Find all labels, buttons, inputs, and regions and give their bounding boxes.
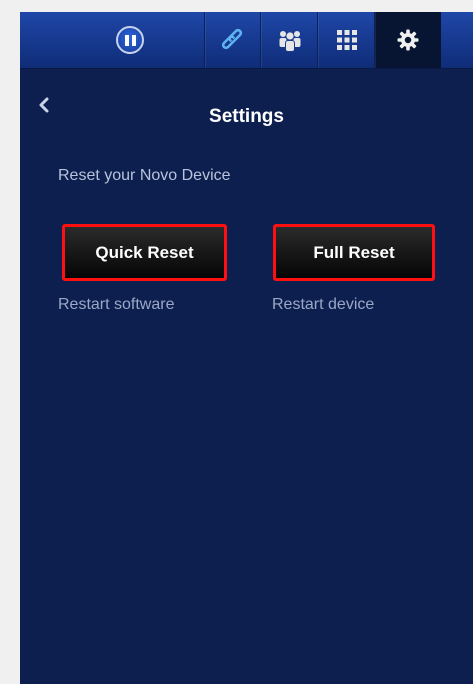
link-icon — [221, 28, 243, 50]
tab-users[interactable] — [260, 12, 318, 68]
tab-apps[interactable] — [317, 12, 375, 68]
pause-icon — [116, 26, 144, 54]
quick-reset-description: Restart software — [58, 296, 175, 313]
tab-play-pause[interactable] — [56, 12, 204, 68]
grid-icon — [336, 30, 357, 50]
users-icon — [279, 31, 300, 52]
full-reset-button[interactable]: Full Reset — [273, 224, 435, 281]
app-window: Settings Reset your Novo Device Quick Re… — [20, 12, 473, 684]
gear-icon — [397, 29, 419, 51]
tab-settings[interactable] — [374, 12, 441, 68]
tab-link[interactable] — [204, 12, 261, 68]
full-reset-description: Restart device — [272, 296, 375, 313]
quick-reset-button[interactable]: Quick Reset — [62, 224, 227, 281]
page-title: Settings — [209, 106, 284, 127]
reset-section-label: Reset your Novo Device — [58, 167, 231, 184]
top-toolbar — [20, 12, 473, 69]
